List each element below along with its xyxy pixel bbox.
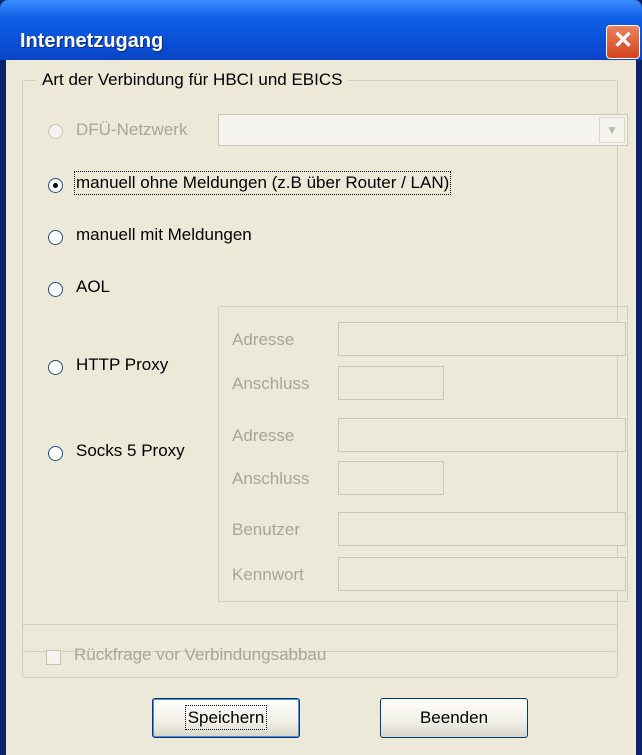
- radio-manual-no-messages[interactable]: [48, 178, 63, 193]
- http-address-label: Adresse: [232, 330, 295, 349]
- radio-socks5-proxy[interactable]: [48, 446, 63, 461]
- socks-port-field[interactable]: [338, 461, 444, 495]
- socks-password-label: Kennwort: [232, 565, 304, 584]
- http-address-field[interactable]: [338, 322, 626, 356]
- radio-manual-messages[interactable]: [48, 230, 63, 245]
- socks-user-field[interactable]: [338, 512, 626, 546]
- confirm-disconnect-label: Rückfrage vor Verbindungsabbau: [74, 645, 327, 664]
- radio-dfu-label: DFÜ-Netzwerk: [76, 120, 188, 139]
- chevron-down-icon[interactable]: ▼: [599, 117, 625, 143]
- window-title: Internetzugang: [20, 30, 164, 52]
- socks-address-label: Adresse: [232, 426, 295, 445]
- exit-button-label: Beenden: [419, 708, 489, 727]
- radio-dfu[interactable]: [48, 124, 63, 139]
- socks-password-field[interactable]: [338, 557, 626, 591]
- radio-manual-messages-label: manuell mit Meldungen: [76, 225, 252, 244]
- title-bar[interactable]: Internetzugang ✕: [0, 0, 642, 60]
- dialog-window: Internetzugang ✕ Art der Verbindung für …: [0, 0, 642, 755]
- dialog-body: Art der Verbindung für HBCI und EBICS DF…: [6, 60, 636, 755]
- save-button-label: Speichern: [184, 705, 268, 730]
- dfu-select[interactable]: ▼: [218, 114, 628, 146]
- radio-aol[interactable]: [48, 282, 63, 297]
- http-port-label: Anschluss: [232, 374, 310, 393]
- socks-port-label: Anschluss: [232, 469, 310, 488]
- connection-group-legend: Art der Verbindung für HBCI und EBICS: [36, 70, 349, 90]
- radio-http-proxy[interactable]: [48, 360, 63, 375]
- socks-address-field[interactable]: [338, 418, 626, 452]
- exit-button[interactable]: Beenden: [380, 698, 528, 738]
- close-icon[interactable]: ✕: [606, 25, 640, 59]
- http-port-field[interactable]: [338, 366, 444, 400]
- radio-http-proxy-label: HTTP Proxy: [76, 355, 169, 374]
- radio-manual-no-messages-label: manuell ohne Meldungen (z.B über Router …: [73, 171, 452, 195]
- radio-aol-label: AOL: [76, 277, 111, 296]
- socks-user-label: Benutzer: [232, 520, 301, 539]
- radio-socks5-proxy-label: Socks 5 Proxy: [76, 441, 185, 460]
- confirm-disconnect-checkbox[interactable]: [46, 650, 61, 665]
- save-button[interactable]: Speichern: [152, 698, 300, 738]
